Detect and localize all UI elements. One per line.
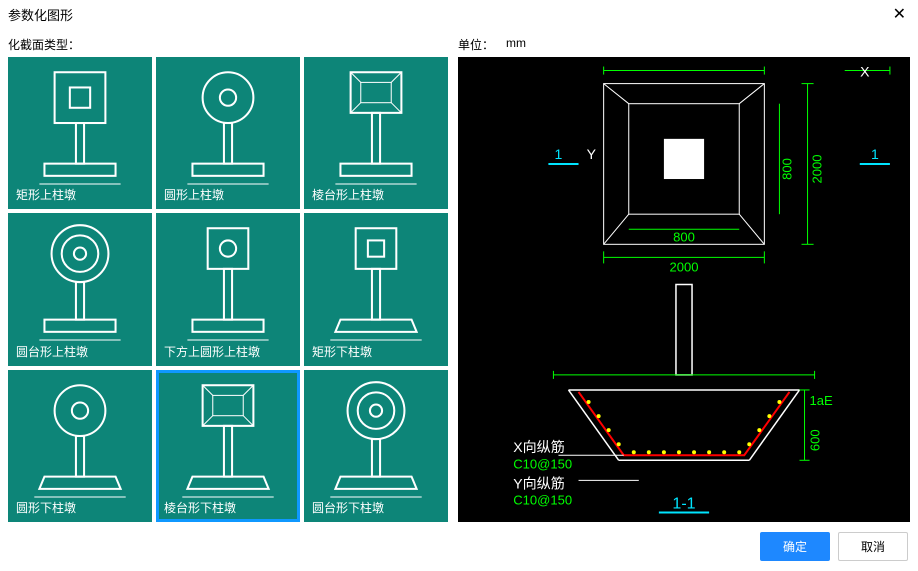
shape-label: 下方上圆形上柱墩	[164, 343, 260, 360]
svg-text:X: X	[860, 64, 870, 80]
dialog-title: 参数化图形	[8, 5, 73, 24]
section-type-label: 化截面类型：	[8, 38, 80, 52]
shape-cell-cone-down[interactable]: 圆台形下柱墩	[304, 370, 448, 522]
titlebar: 参数化图形 ✕	[0, 0, 918, 28]
shape-cell-circle-down[interactable]: 圆形下柱墩	[8, 370, 152, 522]
shape-cell-frustum-down[interactable]: 棱台形下柱墩	[156, 370, 300, 522]
shape-cell-frustum-up[interactable]: 棱台形上柱墩	[304, 57, 448, 209]
unit-label: 单位：	[458, 36, 494, 53]
shape-cell-rect-up[interactable]: 矩形上柱墩	[8, 57, 152, 209]
svg-text:Y向纵筋: Y向纵筋	[513, 475, 565, 491]
svg-text:X向纵筋: X向纵筋	[513, 439, 565, 455]
shape-label: 圆形上柱墩	[164, 186, 224, 203]
close-icon[interactable]: ✕	[889, 4, 910, 24]
shape-cell-square-circle-up[interactable]: 下方上圆形上柱墩	[156, 213, 300, 365]
shape-label: 圆形下柱墩	[16, 499, 76, 516]
preview-panel: X Y 800 2000 800 2000 1 1	[458, 57, 910, 522]
shape-cell-circle-up[interactable]: 圆形上柱墩	[156, 57, 300, 209]
shape-cell-cone-up[interactable]: 圆台形上柱墩	[8, 213, 152, 365]
svg-text:800: 800	[673, 229, 695, 244]
svg-text:1: 1	[555, 146, 563, 162]
shape-label: 棱台形上柱墩	[312, 186, 384, 203]
svg-text:1: 1	[871, 146, 879, 162]
shape-cell-rect-down[interactable]: 矩形下柱墩	[304, 213, 448, 365]
svg-text:1aE: 1aE	[810, 393, 834, 408]
svg-text:800: 800	[779, 158, 794, 180]
preview-drawing: X Y 800 2000 800 2000 1 1	[458, 57, 910, 522]
svg-text:600: 600	[808, 429, 823, 451]
svg-text:2000: 2000	[810, 154, 825, 183]
shape-label: 矩形下柱墩	[312, 343, 372, 360]
header-row: 化截面类型： 单位： mm	[0, 28, 918, 57]
svg-text:1-1: 1-1	[672, 494, 695, 512]
shape-label: 圆台形下柱墩	[312, 499, 384, 516]
svg-text:2000: 2000	[669, 259, 698, 274]
shape-grid: 矩形上柱墩 圆形上柱墩	[8, 57, 448, 522]
parametric-shape-dialog: 参数化图形 ✕ 化截面类型： 单位： mm 矩形上柱墩	[0, 0, 918, 567]
svg-text:Y: Y	[587, 146, 597, 162]
svg-text:C10@150: C10@150	[513, 492, 572, 507]
shape-label: 矩形上柱墩	[16, 186, 76, 203]
shape-label: 圆台形上柱墩	[16, 343, 88, 360]
unit-value: mm	[506, 36, 526, 53]
dialog-footer: 确定 取消	[0, 522, 918, 571]
ok-button[interactable]: 确定	[760, 532, 830, 561]
svg-text:C10@150: C10@150	[513, 456, 572, 471]
cancel-button[interactable]: 取消	[838, 532, 908, 561]
shape-label: 棱台形下柱墩	[164, 499, 236, 516]
